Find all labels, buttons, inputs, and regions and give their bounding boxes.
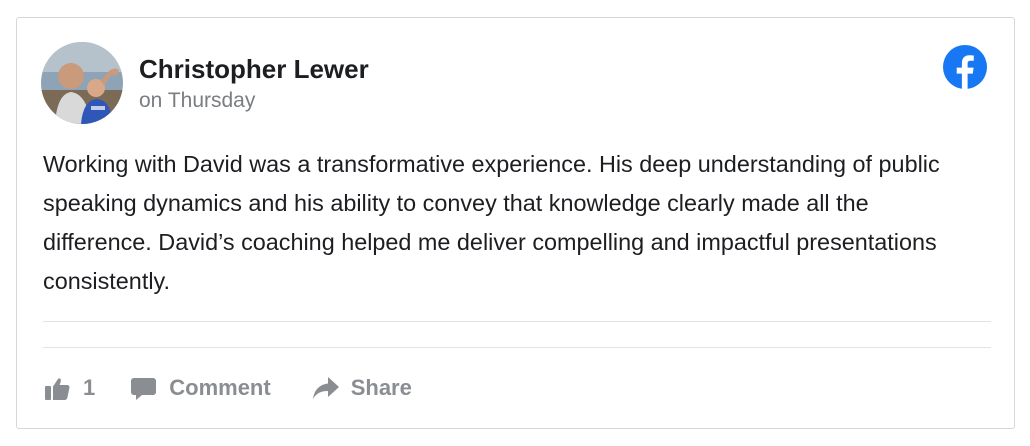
- post-timestamp[interactable]: on Thursday: [139, 89, 255, 113]
- share-label: Share: [350, 375, 412, 400]
- like-button[interactable]: 1: [45, 375, 95, 401]
- facebook-icon[interactable]: [943, 45, 987, 89]
- avatar-photo: [41, 42, 123, 124]
- review-card: Christopher Lewer on Thursday Working wi…: [16, 17, 1015, 429]
- like-count: 1: [83, 375, 96, 400]
- share-arrow-icon: [312, 377, 339, 399]
- post-text: Working with David was a transformative …: [43, 151, 940, 294]
- divider-bottom: [43, 347, 991, 348]
- thumbs-up-icon: [45, 377, 70, 400]
- divider-top: [43, 321, 991, 322]
- author-name[interactable]: Christopher Lewer: [139, 54, 369, 85]
- share-button[interactable]: Share: [312, 375, 412, 401]
- comment-label: Comment: [169, 375, 271, 400]
- speech-bubble-icon: [131, 377, 157, 400]
- comment-button[interactable]: Comment: [131, 375, 271, 401]
- action-bar: 1 Comment Share: [43, 370, 412, 406]
- author-avatar[interactable]: [41, 42, 123, 124]
